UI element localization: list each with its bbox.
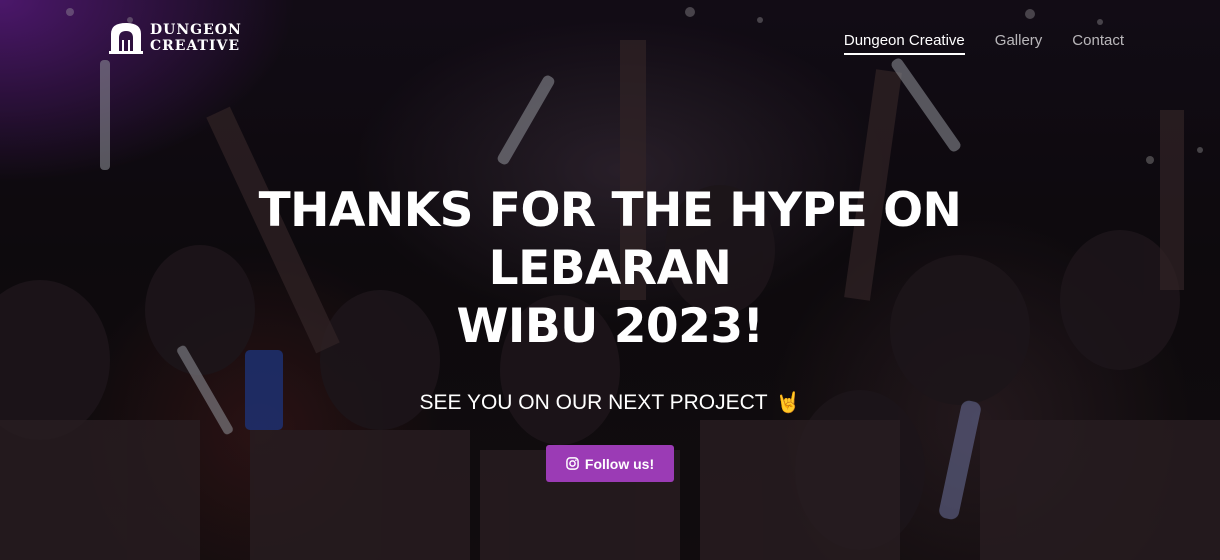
- headline-line1: THANKS FOR THE HYPE ON LEBARAN: [258, 183, 962, 296]
- instagram-icon: [566, 457, 579, 470]
- brand-name-line1: DUNGEON: [150, 22, 242, 38]
- navbar: DUNGEON CREATIVE Dungeon Creative Galler…: [0, 0, 1220, 82]
- headline-line2: WIBU 2023!: [456, 299, 764, 354]
- brand-logo[interactable]: DUNGEON CREATIVE: [108, 20, 242, 56]
- hero-subtitle: SEE YOU ON OUR NEXT PROJECT 🤘: [0, 390, 1220, 415]
- follow-us-label: Follow us!: [584, 455, 655, 472]
- nav-item-gallery[interactable]: Gallery: [995, 32, 1043, 55]
- nav-item-contact[interactable]: Contact: [1072, 32, 1124, 55]
- hero-content: THANKS FOR THE HYPE ON LEBARAN WIBU 2023…: [0, 182, 1220, 482]
- follow-us-button[interactable]: Follow us!: [545, 445, 675, 482]
- subtitle-text: SEE YOU ON OUR NEXT PROJECT: [419, 390, 768, 414]
- rock-hand-icon: 🤘: [775, 392, 801, 414]
- dungeon-gate-icon: [109, 23, 143, 54]
- hero-headline: THANKS FOR THE HYPE ON LEBARAN WIBU 2023…: [130, 182, 1090, 356]
- nav-item-dungeon-creative[interactable]: Dungeon Creative: [843, 32, 965, 55]
- brand-name-line2: CREATIVE: [150, 38, 241, 54]
- nav-menu: Dungeon Creative Gallery Contact: [843, 32, 1124, 55]
- hero-section: DUNGEON CREATIVE Dungeon Creative Galler…: [0, 0, 1220, 560]
